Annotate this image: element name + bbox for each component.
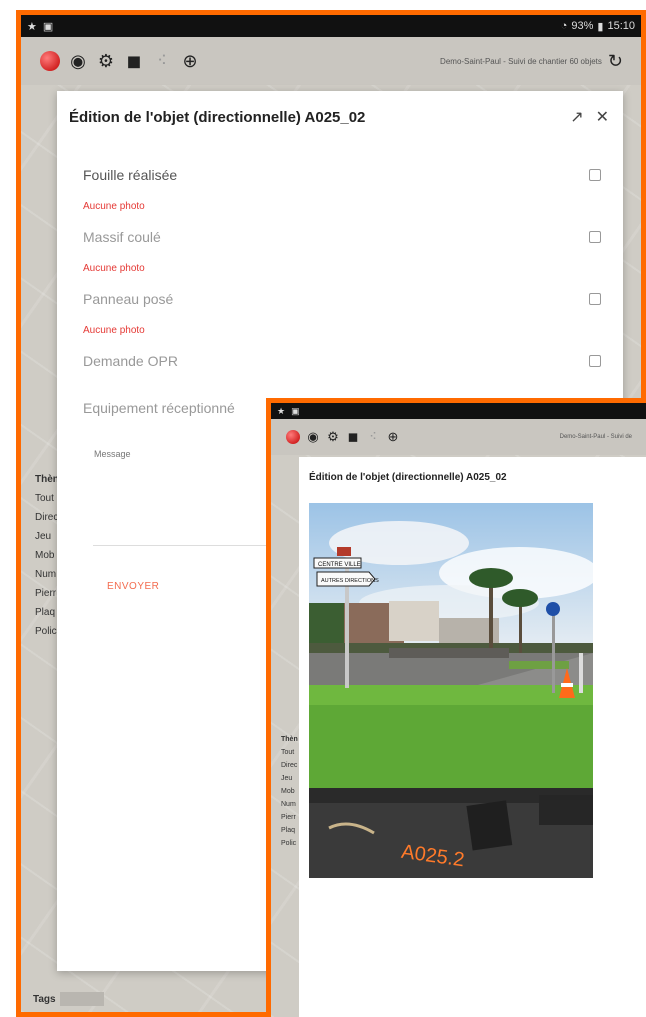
- message-label: Message: [94, 449, 131, 459]
- share-icon: ⠪: [157, 53, 167, 68]
- photo-status: Aucune photo: [83, 263, 145, 274]
- share-button[interactable]: ⠪: [365, 429, 381, 445]
- app-icon: ▣: [291, 405, 300, 416]
- field-label: Panneau posé: [83, 291, 174, 307]
- field-label: Demande OPR: [83, 353, 178, 369]
- theme-item[interactable]: Pierr: [35, 584, 59, 603]
- share-icon: ⠪: [369, 431, 377, 443]
- field-panneau: Panneau posé: [83, 288, 601, 310]
- site-photo-image: CENTRE VILLE AUTRES DIRECTIONS A025.2: [309, 503, 593, 878]
- field-fouille: Fouille réalisée: [83, 164, 601, 186]
- close-icon[interactable]: ✕: [596, 107, 609, 127]
- status-bar: ★ ▣ ◔ 93% ▮ 15:10: [21, 15, 641, 37]
- theme-list: Thèn Tout Direc Jeu Mob Num Pierr Plaq P…: [281, 733, 298, 850]
- layers-button[interactable]: ◼: [123, 50, 145, 72]
- locate-button[interactable]: ◉: [67, 50, 89, 72]
- dialog-title: Édition de l'objet (directionnelle) A025…: [309, 472, 507, 483]
- app-toolbar: ◉ ⚙ ◼ ⠪ ⊕ Demo-Saint-Paul - Suivi de cha…: [21, 37, 641, 85]
- theme-item[interactable]: Polic: [35, 622, 59, 641]
- gear-icon: ⚙: [327, 429, 339, 444]
- photo-screen-frame: ★ ▣ ◉ ⚙ ◼ ⠪ ⊕ Demo-Saint-Paul - Suivi de…: [266, 398, 646, 1017]
- target-icon: ◉: [307, 429, 319, 444]
- send-button[interactable]: ENVOYER: [107, 581, 159, 592]
- panneau-checkbox[interactable]: [589, 293, 601, 305]
- theme-item[interactable]: Direc: [281, 759, 298, 772]
- project-title: Demo-Saint-Paul - Suivi de: [559, 434, 632, 440]
- tags-label: Tags: [33, 993, 56, 1005]
- theme-item[interactable]: Jeu: [35, 527, 59, 546]
- record-button[interactable]: [285, 429, 301, 445]
- record-icon: [286, 430, 300, 444]
- square-icon: ◼: [347, 429, 359, 444]
- expand-icon[interactable]: ↗: [570, 107, 583, 127]
- compass-button[interactable]: ⊕: [385, 429, 401, 445]
- theme-item[interactable]: Tout: [35, 489, 59, 508]
- field-label: Equipement réceptionné: [83, 400, 235, 416]
- sign-bottom-text: AUTRES DIRECTIONS: [321, 578, 379, 584]
- battery-percent: 93%: [571, 20, 594, 32]
- tags-bar: Tags: [33, 992, 104, 1006]
- field-label: Fouille réalisée: [83, 167, 178, 183]
- clock: 15:10: [607, 20, 635, 32]
- theme-item[interactable]: Plaq: [35, 603, 59, 622]
- refresh-icon[interactable]: ↻: [608, 51, 623, 72]
- theme-item[interactable]: Jeu: [281, 772, 298, 785]
- dialog-title: Édition de l'objet (directionnelle) A025…: [69, 109, 366, 126]
- theme-header: Thèn: [281, 736, 298, 743]
- compass-icon: ⊕: [387, 429, 399, 444]
- settings-button[interactable]: ⚙: [325, 429, 341, 445]
- locate-button[interactable]: ◉: [305, 429, 321, 445]
- layers-button[interactable]: ◼: [345, 429, 361, 445]
- compass-button[interactable]: ⊕: [179, 50, 201, 72]
- wifi-icon: ◔: [560, 20, 568, 32]
- status-bar: ★ ▣: [271, 403, 646, 419]
- field-massif: Massif coulé: [83, 226, 601, 248]
- photo-status: Aucune photo: [83, 201, 145, 212]
- app-icon: ▣: [42, 20, 54, 33]
- project-title: Demo-Saint-Paul - Suivi de chantier 60 o…: [440, 56, 602, 66]
- theme-item[interactable]: Pierr: [281, 811, 298, 824]
- theme-item[interactable]: Tout: [281, 746, 298, 759]
- tags-input[interactable]: [59, 992, 104, 1006]
- compass-icon: ⊕: [182, 50, 198, 71]
- battery-icon: ▮: [597, 20, 604, 33]
- theme-item[interactable]: Mob: [281, 785, 298, 798]
- target-icon: ◉: [70, 50, 86, 71]
- record-icon: [40, 51, 60, 71]
- star-icon: ★: [27, 20, 37, 33]
- theme-item[interactable]: Polic: [281, 837, 298, 850]
- theme-list: Thèn Tout Direc Jeu Mob Num Pierr Plaq P…: [35, 470, 59, 641]
- app-toolbar: ◉ ⚙ ◼ ⠪ ⊕ Demo-Saint-Paul - Suivi de: [271, 419, 646, 455]
- theme-header: Thèn: [35, 474, 59, 485]
- fouille-checkbox[interactable]: [589, 169, 601, 181]
- theme-item[interactable]: Num: [35, 565, 59, 584]
- gear-icon: ⚙: [97, 50, 115, 71]
- opr-checkbox[interactable]: [589, 355, 601, 367]
- photo-dialog: Édition de l'objet (directionnelle) A025…: [299, 457, 646, 1017]
- site-photo[interactable]: CENTRE VILLE AUTRES DIRECTIONS A025.2: [309, 503, 593, 878]
- share-button[interactable]: ⠪: [151, 50, 173, 72]
- theme-item[interactable]: Mob: [35, 546, 59, 565]
- theme-item[interactable]: Direc: [35, 508, 59, 527]
- theme-item[interactable]: Plaq: [281, 824, 298, 837]
- photo-status: Aucune photo: [83, 325, 145, 336]
- theme-item[interactable]: Num: [281, 798, 298, 811]
- square-icon: ◼: [126, 50, 142, 71]
- field-opr: Demande OPR: [83, 350, 601, 372]
- field-label: Massif coulé: [83, 229, 161, 245]
- star-icon: ★: [277, 405, 286, 416]
- massif-checkbox[interactable]: [589, 231, 601, 243]
- record-button[interactable]: [39, 50, 61, 72]
- settings-button[interactable]: ⚙: [95, 50, 117, 72]
- sign-top-text: CENTRE VILLE: [318, 562, 361, 568]
